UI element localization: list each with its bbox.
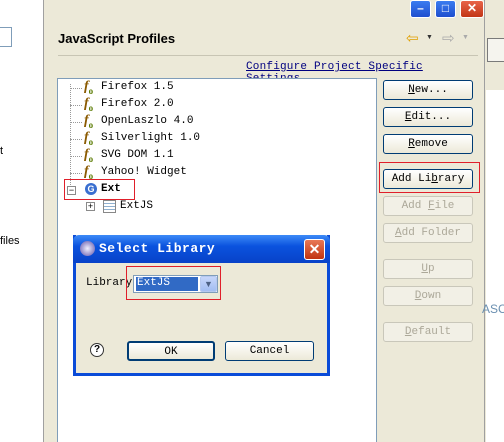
add-folder-button[interactable]: Add Folder <box>383 223 473 243</box>
right-edge-text: ASC <box>482 302 504 316</box>
up-button[interactable]: Up <box>383 259 473 279</box>
collapse-icon[interactable]: − <box>67 186 76 195</box>
chevron-down-icon[interactable]: ▼ <box>462 34 469 41</box>
ok-button[interactable]: OK <box>127 341 215 361</box>
cancel-button[interactable]: Cancel <box>225 341 314 361</box>
new-button[interactable]: New... <box>383 80 473 100</box>
help-icon[interactable]: ? <box>90 343 104 357</box>
tree-item-label: Yahoo! Widget <box>101 166 187 178</box>
edit-button[interactable]: Edit... <box>383 107 473 127</box>
add-file-button[interactable]: Add File <box>383 196 473 216</box>
tree-item-label: Silverlight 1.0 <box>101 132 201 144</box>
chevron-down-icon[interactable]: ▼ <box>426 34 433 41</box>
right-edge-content <box>486 90 504 442</box>
tree-item-ext[interactable]: Ext <box>101 183 121 195</box>
eclipse-icon <box>80 241 95 256</box>
left-text-fragment: t <box>0 145 4 157</box>
left-input-fragment[interactable] <box>0 27 12 47</box>
library-icon: G <box>85 183 97 195</box>
file-icon <box>103 200 116 213</box>
fo-icon: fo <box>84 147 94 164</box>
down-button[interactable]: Down <box>383 286 473 306</box>
left-pane: t files <box>0 0 44 442</box>
dialog-close-button[interactable]: ✕ <box>304 239 325 260</box>
library-select-value[interactable]: ExtJS <box>136 277 198 291</box>
window-controls: – □ ✕ <box>410 0 486 18</box>
minimize-button[interactable]: – <box>410 0 431 18</box>
chevron-down-icon[interactable]: ▼ <box>200 276 217 292</box>
page-title: JavaScript Profiles <box>58 31 176 46</box>
fo-icon: fo <box>84 79 94 96</box>
header-divider <box>58 55 478 56</box>
dialog-title: Select Library <box>99 241 216 256</box>
remove-button[interactable]: Remove <box>383 134 473 154</box>
forward-arrow-icon[interactable]: ⇨ <box>442 29 455 47</box>
default-button[interactable]: Default <box>383 322 473 342</box>
tree-item-label: OpenLaszlo 4.0 <box>101 115 194 127</box>
fo-icon: fo <box>84 130 94 147</box>
fo-icon: fo <box>84 96 94 113</box>
close-window-button[interactable]: ✕ <box>460 0 484 18</box>
maximize-button[interactable]: □ <box>435 0 456 18</box>
add-library-button[interactable]: Add Library <box>383 169 473 189</box>
right-edge-button[interactable] <box>487 38 504 62</box>
tree-item-label: SVG DOM 1.1 <box>101 149 174 161</box>
left-text-fragment: files <box>0 235 20 247</box>
tree-item-label: Firefox 1.5 <box>101 81 174 93</box>
tree-item-extjs[interactable]: ExtJS <box>120 200 153 212</box>
expand-icon[interactable]: + <box>86 202 95 211</box>
fo-icon: fo <box>84 113 94 130</box>
tree-item-label: Firefox 2.0 <box>101 98 174 110</box>
back-arrow-icon[interactable]: ⇦ <box>406 29 419 47</box>
